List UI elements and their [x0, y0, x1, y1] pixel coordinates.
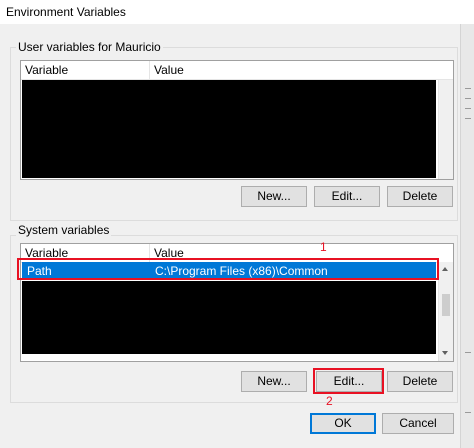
- edge-mark: [465, 118, 471, 119]
- scroll-down-icon[interactable]: [442, 351, 448, 355]
- cancel-button[interactable]: Cancel: [382, 413, 454, 434]
- annotation-number-1: 1: [320, 240, 327, 254]
- annotation-number-2: 2: [326, 394, 333, 408]
- system-variables-label: System variables: [16, 223, 112, 237]
- background-window-edge: [460, 24, 474, 448]
- annotation-box-path-row: [17, 258, 439, 280]
- user-list-scrollbar[interactable]: [438, 80, 453, 179]
- system-new-button[interactable]: New...: [241, 371, 307, 392]
- user-variables-label: User variables for Mauricio: [16, 40, 163, 54]
- scroll-thumb[interactable]: [442, 294, 450, 316]
- redacted-area: [22, 281, 436, 354]
- user-delete-button[interactable]: Delete: [387, 186, 453, 207]
- scroll-up-icon[interactable]: [442, 267, 448, 271]
- ok-button[interactable]: OK: [310, 413, 376, 434]
- column-header-value[interactable]: Value: [150, 61, 453, 79]
- column-header-variable[interactable]: Variable: [21, 61, 150, 79]
- title-bar: Environment Variables: [0, 0, 474, 24]
- edge-mark: [465, 352, 471, 353]
- system-delete-button[interactable]: Delete: [387, 371, 453, 392]
- edge-mark: [465, 108, 471, 109]
- annotation-box-edit-button: [313, 368, 384, 394]
- edge-mark: [465, 98, 471, 99]
- user-new-button[interactable]: New...: [241, 186, 307, 207]
- window-title: Environment Variables: [6, 5, 126, 19]
- redacted-area: [22, 80, 436, 178]
- user-variables-list[interactable]: Variable Value: [20, 60, 454, 180]
- edge-mark: [465, 88, 471, 89]
- list-header: Variable Value: [21, 61, 453, 80]
- edge-mark: [465, 412, 471, 413]
- system-list-scrollbar[interactable]: [438, 262, 453, 361]
- user-edit-button[interactable]: Edit...: [314, 186, 380, 207]
